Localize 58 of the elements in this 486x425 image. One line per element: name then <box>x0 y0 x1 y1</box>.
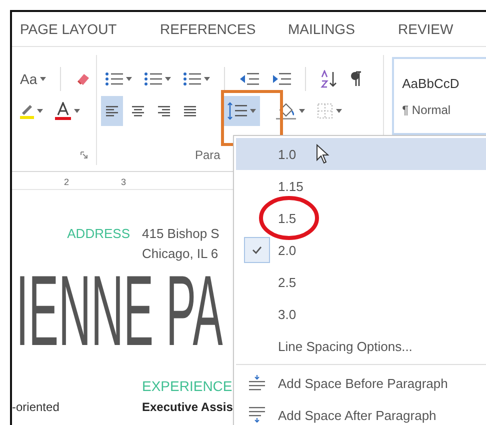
font-color-icon <box>55 102 71 120</box>
align-center-icon <box>130 105 145 117</box>
check-icon <box>244 237 270 263</box>
caret-icon <box>336 109 342 113</box>
line-spacing-icon <box>226 102 247 120</box>
menu-item[interactable]: 1.5 <box>236 202 486 234</box>
borders-icon <box>316 103 333 119</box>
ruler-number: 2 <box>64 177 70 187</box>
menu-item[interactable]: 2.0 <box>236 234 486 266</box>
sort-icon <box>320 70 338 88</box>
menu-item[interactable]: Add Space Before Paragraph <box>236 367 486 399</box>
menu-item[interactable]: 2.5 <box>236 266 486 298</box>
address-label: ADDRESS <box>66 226 130 242</box>
caret-icon <box>40 77 46 81</box>
align-left-icon <box>104 105 119 117</box>
dialog-launcher-icon[interactable] <box>80 151 88 159</box>
menu-item[interactable]: 1.0 <box>236 138 486 170</box>
ribbon-tab[interactable]: MAILINGS <box>288 21 398 37</box>
bullet-list-icon <box>104 72 123 86</box>
space-before-icon <box>249 375 265 391</box>
style-preview: AaBbCcD <box>402 76 460 90</box>
ribbon-tab[interactable]: REVIEW <box>398 21 478 37</box>
menu-item[interactable]: Add Space After Paragraph <box>236 399 486 425</box>
highlighter-icon <box>20 103 34 119</box>
ruler-number: 3 <box>121 177 126 187</box>
align-button[interactable] <box>100 96 123 126</box>
body-text: -oriented <box>12 400 60 414</box>
caret-icon <box>37 109 43 113</box>
style-gallery[interactable]: AaBbCcD ¶ Normal <box>392 57 486 135</box>
caret-icon <box>298 109 305 113</box>
menu-item[interactable]: 1.15 <box>236 170 486 202</box>
ribbon-tab[interactable]: REFERENCES <box>160 21 288 37</box>
caret-icon <box>204 77 210 81</box>
cursor-icon <box>316 144 330 164</box>
style-name: ¶ Normal <box>402 102 452 116</box>
section-heading: EXPERIENCE <box>142 378 234 394</box>
menu-item[interactable]: Line Spacing Options... <box>236 330 486 362</box>
ribbon-tab[interactable]: PAGE LAYOUT <box>20 21 160 37</box>
align-justify-icon <box>182 105 197 117</box>
paint-bucket-icon <box>276 102 296 120</box>
decrease-indent-icon <box>238 72 259 86</box>
align-right-icon <box>156 105 171 117</box>
caret-icon <box>74 109 80 113</box>
address-line: 415 Bishop S <box>142 226 220 242</box>
group-label: Para <box>194 148 220 162</box>
change-case-button[interactable]: Aa <box>16 64 50 94</box>
caret-icon <box>126 77 132 81</box>
menu-item[interactable]: 3.0 <box>236 298 486 330</box>
caret-icon <box>164 77 171 81</box>
eraser-icon <box>75 71 92 87</box>
caret-icon <box>250 109 256 113</box>
line-spacing-button[interactable] <box>222 96 260 126</box>
pilcrow-icon <box>350 71 362 87</box>
increase-indent-icon <box>270 72 291 86</box>
name-heading: IENNE PA <box>16 271 223 351</box>
job-title: Executive Assis <box>142 400 234 414</box>
space-after-icon <box>249 407 265 423</box>
address-line: Chicago, IL 6 <box>142 245 220 263</box>
